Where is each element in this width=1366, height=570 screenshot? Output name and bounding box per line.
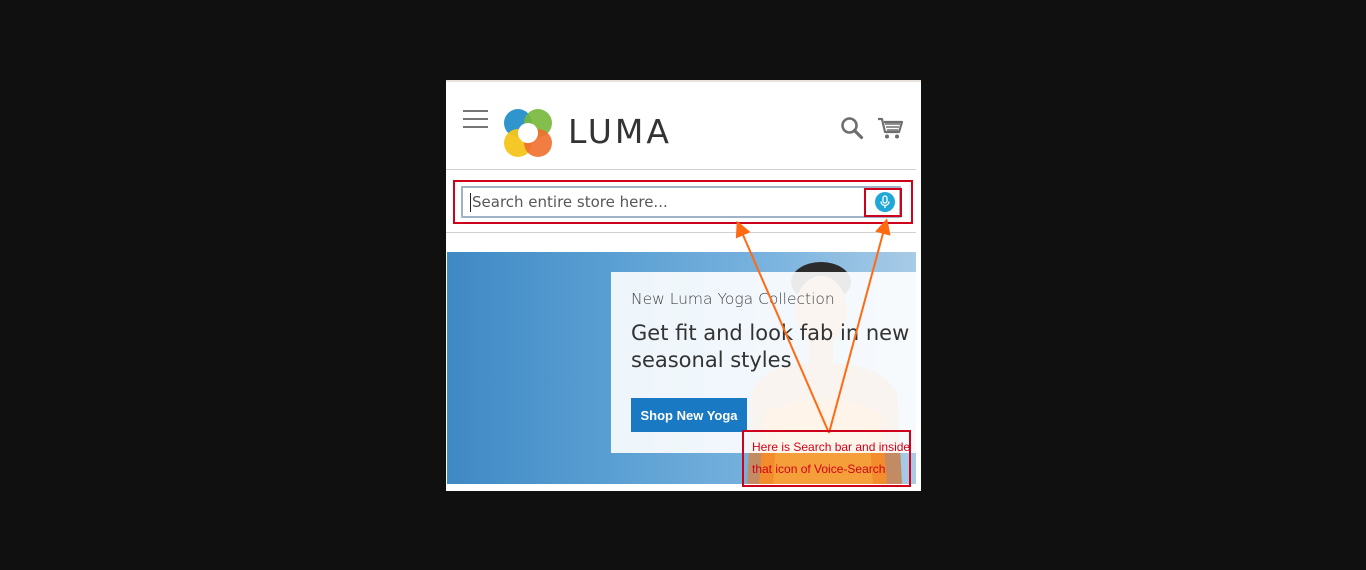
luma-mobile-store-screenshot: LUMA New Luma Yoga Collec <box>446 80 921 491</box>
annotation-note-box: Here is Search bar and inside that icon … <box>742 430 911 487</box>
cart-icon[interactable] <box>877 116 903 140</box>
hamburger-icon[interactable] <box>463 110 489 130</box>
shop-new-yoga-button[interactable]: Shop New Yoga <box>631 398 747 432</box>
search-divider <box>446 232 916 233</box>
text-caret <box>470 193 471 212</box>
microphone-icon <box>880 195 890 208</box>
logo-wordmark: LUMA <box>568 112 672 151</box>
promo-title: Get fit and look fab in new seasonal sty… <box>631 321 910 372</box>
search-icon[interactable] <box>840 116 864 140</box>
luma-logo[interactable] <box>501 106 555 160</box>
annotation-note-text: Here is Search bar and inside that icon … <box>752 440 911 476</box>
header-divider <box>446 169 916 170</box>
promo-panel: New Luma Yoga Collection Get fit and loo… <box>611 272 916 453</box>
promo-kicker: New Luma Yoga Collection <box>631 290 835 308</box>
search-input[interactable] <box>461 186 901 218</box>
voice-search-button[interactable] <box>875 192 895 212</box>
